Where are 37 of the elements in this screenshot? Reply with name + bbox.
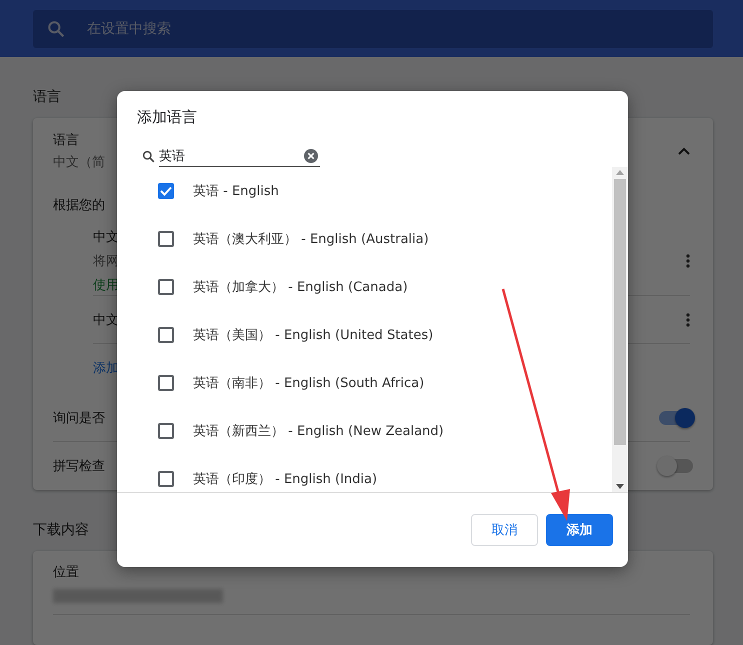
language-option[interactable]: 英语（印度） - English (India) xyxy=(193,470,378,488)
language-search-field[interactable]: 英语 xyxy=(159,145,320,167)
row-subtitle: 中文（简 xyxy=(53,154,105,171)
row-title: 位置 xyxy=(53,564,80,581)
setting-label: 拼写检查 xyxy=(53,458,105,475)
search-placeholder: 在设置中搜索 xyxy=(87,20,171,38)
more-icon[interactable] xyxy=(686,254,690,268)
language-option[interactable]: 英语（美国） - English (United States) xyxy=(193,326,434,344)
checkbox[interactable] xyxy=(158,423,174,439)
row-title: 语言 xyxy=(53,132,80,149)
language-option[interactable]: 英语（新西兰） - English (New Zealand) xyxy=(193,422,444,440)
checkbox[interactable] xyxy=(158,183,174,199)
search-icon xyxy=(47,20,65,38)
scrollbar[interactable] xyxy=(612,167,628,492)
setting-label: 询问是否 xyxy=(53,410,105,426)
checkbox[interactable] xyxy=(158,279,174,295)
add-button[interactable]: 添加 xyxy=(546,514,613,546)
toggle-switch[interactable] xyxy=(659,410,693,424)
cancel-button[interactable]: 取消 xyxy=(471,514,538,546)
order-label: 根据您的 xyxy=(53,197,105,214)
search-icon xyxy=(142,150,155,162)
language-option[interactable]: 英语（加拿大） - English (Canada) xyxy=(193,278,408,296)
dialog-title: 添加语言 xyxy=(136,107,198,128)
section-heading: 下载内容 xyxy=(33,521,89,539)
scroll-down-icon[interactable] xyxy=(616,484,624,489)
language-option[interactable]: 英语（澳大利亚） - English (Australia) xyxy=(193,230,429,248)
clear-icon[interactable] xyxy=(304,148,318,162)
checkbox[interactable] xyxy=(158,327,174,343)
checkbox[interactable] xyxy=(158,375,174,391)
language-option[interactable]: 英语（南非） - English (South Africa) xyxy=(193,374,424,392)
checkbox[interactable] xyxy=(158,471,174,487)
more-icon[interactable] xyxy=(686,312,690,326)
toggle-switch[interactable] xyxy=(659,459,693,473)
chevron-up-icon[interactable] xyxy=(678,147,690,155)
language-option[interactable]: 英语 - English xyxy=(193,182,279,200)
section-heading: 语言 xyxy=(33,88,61,106)
checkbox[interactable] xyxy=(158,231,174,247)
